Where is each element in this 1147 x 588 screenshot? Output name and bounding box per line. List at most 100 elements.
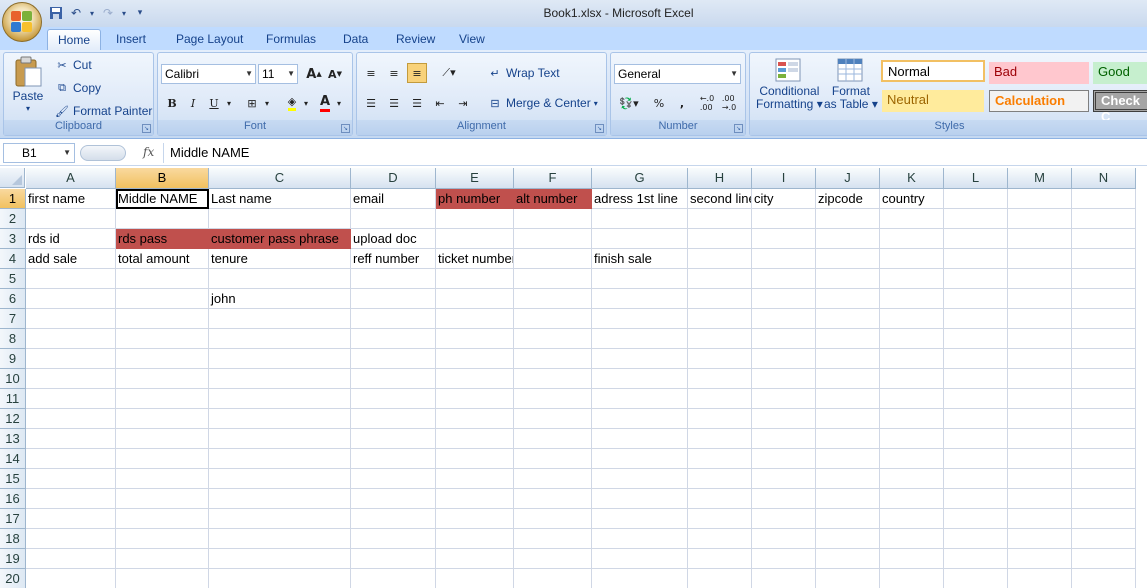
cell[interactable] (351, 369, 436, 389)
cell[interactable] (752, 529, 816, 549)
cell[interactable] (944, 509, 1008, 529)
cell[interactable] (592, 549, 688, 569)
tab-review[interactable]: Review (386, 29, 445, 50)
cell[interactable] (880, 549, 944, 569)
cell[interactable] (816, 409, 880, 429)
cell[interactable] (436, 229, 514, 249)
cell[interactable] (592, 509, 688, 529)
cell[interactable] (816, 289, 880, 309)
cell[interactable] (1072, 489, 1136, 509)
cell[interactable] (688, 449, 752, 469)
conditional-formatting-button[interactable]: Conditional Formatting ▾ (756, 57, 823, 111)
cell-d4[interactable]: reff number (351, 249, 436, 269)
office-button[interactable] (2, 2, 42, 42)
row-header-6[interactable]: 6 (0, 289, 26, 309)
cell[interactable] (351, 489, 436, 509)
cell[interactable] (688, 209, 752, 229)
cell[interactable] (944, 229, 1008, 249)
cell-d1[interactable]: email (351, 189, 436, 209)
cell[interactable] (1008, 409, 1072, 429)
cell[interactable] (944, 569, 1008, 588)
cell[interactable] (944, 529, 1008, 549)
column-header-c[interactable]: C (209, 168, 351, 189)
row-header-19[interactable]: 19 (0, 549, 26, 569)
cell[interactable] (1072, 269, 1136, 289)
cell-a4[interactable]: add sale (26, 249, 116, 269)
cell-f1[interactable]: alt number (514, 189, 592, 209)
cell[interactable] (944, 309, 1008, 329)
cell[interactable] (514, 449, 592, 469)
cell[interactable] (752, 329, 816, 349)
cell[interactable] (880, 289, 944, 309)
column-header-m[interactable]: M (1008, 168, 1072, 189)
cell[interactable] (1072, 469, 1136, 489)
column-header-g[interactable]: G (592, 168, 688, 189)
cell[interactable] (514, 549, 592, 569)
format-painter-button[interactable]: 🖌 Format Painter (54, 103, 152, 119)
cell[interactable] (1008, 309, 1072, 329)
row-header-8[interactable]: 8 (0, 329, 26, 349)
clipboard-dialog-launcher-icon[interactable]: ↘ (142, 124, 151, 133)
cell[interactable] (880, 409, 944, 429)
cell[interactable] (26, 309, 116, 329)
cell[interactable] (209, 569, 351, 588)
cell[interactable] (752, 209, 816, 229)
row-header-7[interactable]: 7 (0, 309, 26, 329)
cell[interactable] (816, 309, 880, 329)
cell[interactable] (351, 509, 436, 529)
cell[interactable] (436, 289, 514, 309)
cell[interactable] (436, 469, 514, 489)
cell[interactable] (26, 549, 116, 569)
cell[interactable] (816, 369, 880, 389)
cell[interactable] (816, 549, 880, 569)
cell[interactable] (944, 469, 1008, 489)
column-header-e[interactable]: E (436, 168, 514, 189)
cell[interactable] (514, 429, 592, 449)
cell[interactable] (816, 469, 880, 489)
cell[interactable] (880, 349, 944, 369)
wrap-text-button[interactable]: ↵ Wrap Text (487, 65, 559, 81)
cell[interactable] (351, 549, 436, 569)
cell[interactable] (116, 329, 209, 349)
cell[interactable] (592, 229, 688, 249)
cell[interactable] (688, 469, 752, 489)
cell[interactable] (1008, 429, 1072, 449)
cell[interactable] (880, 229, 944, 249)
grow-font-button[interactable]: A ▲ (304, 64, 324, 84)
cell[interactable] (436, 509, 514, 529)
cell[interactable] (26, 569, 116, 588)
cell[interactable] (209, 529, 351, 549)
cell[interactable] (816, 229, 880, 249)
font-size-combo[interactable]: 11 ▼ (258, 64, 298, 84)
cell[interactable] (514, 529, 592, 549)
cell[interactable] (1008, 269, 1072, 289)
cell-j1[interactable]: zipcode (816, 189, 880, 209)
cell[interactable] (514, 249, 592, 269)
cell[interactable] (880, 469, 944, 489)
cell-c4[interactable]: tenure (209, 249, 351, 269)
cell[interactable] (1008, 569, 1072, 588)
cell[interactable] (26, 489, 116, 509)
cell[interactable] (209, 469, 351, 489)
cell[interactable] (688, 369, 752, 389)
column-header-i[interactable]: I (752, 168, 816, 189)
cell-g4[interactable]: finish sale (592, 249, 688, 269)
cell[interactable] (880, 329, 944, 349)
cell[interactable] (944, 449, 1008, 469)
cell[interactable] (816, 529, 880, 549)
cell[interactable] (436, 549, 514, 569)
cell[interactable] (880, 389, 944, 409)
cell[interactable] (1008, 229, 1072, 249)
row-header-5[interactable]: 5 (0, 269, 26, 289)
cell-e1[interactable]: ph number (436, 189, 514, 209)
font-dialog-launcher-icon[interactable]: ↘ (341, 124, 350, 133)
cell[interactable] (1008, 509, 1072, 529)
cell[interactable] (26, 269, 116, 289)
cell[interactable] (209, 429, 351, 449)
cell[interactable] (351, 449, 436, 469)
column-header-d[interactable]: D (351, 168, 436, 189)
cell[interactable] (514, 569, 592, 588)
cell[interactable] (351, 409, 436, 429)
cell[interactable] (816, 209, 880, 229)
accounting-format-button[interactable]: 💱▾ (615, 93, 643, 113)
